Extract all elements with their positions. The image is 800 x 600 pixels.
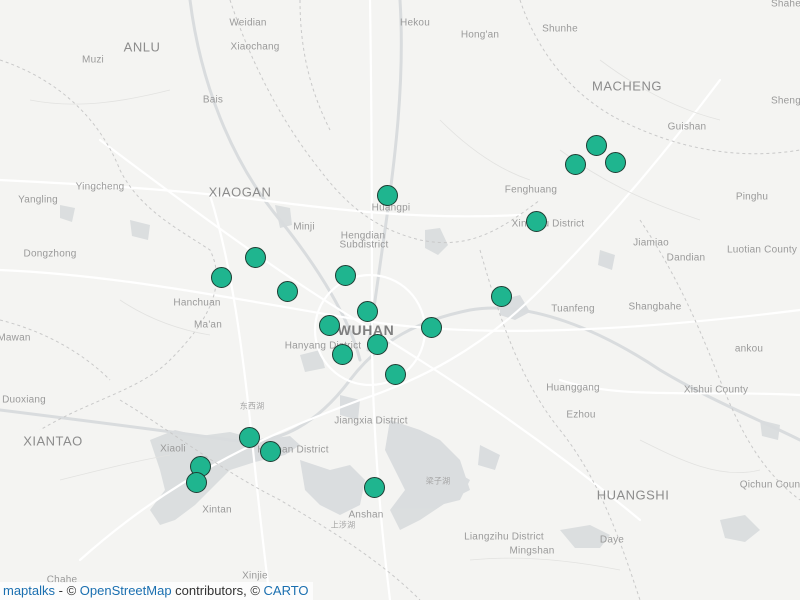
map-marker-8[interactable] (335, 265, 356, 286)
map-marker-5[interactable] (526, 211, 547, 232)
attribution-contributors: contributors, © (171, 583, 264, 598)
minor-roads (29, 59, 761, 571)
map-marker-16[interactable] (385, 364, 406, 385)
map-marker-15[interactable] (332, 344, 353, 365)
attribution: maptalks - © OpenStreetMap contributors,… (0, 582, 313, 600)
osm-link[interactable]: OpenStreetMap (80, 583, 172, 598)
map-marker-21[interactable] (364, 477, 385, 498)
map-marker-1[interactable] (586, 135, 607, 156)
map-marker-11[interactable] (357, 301, 378, 322)
map-marker-10[interactable] (491, 286, 512, 307)
carto-link[interactable]: CARTO (264, 583, 309, 598)
map-canvas[interactable]: ANLU Weidian Xiaochang Hekou Hong'an Shunhe Mu… (0, 0, 800, 600)
map-marker-18[interactable] (260, 441, 281, 462)
map-marker-20[interactable] (186, 472, 207, 493)
maptalks-link[interactable]: maptalks (3, 583, 55, 598)
map-marker-9[interactable] (277, 281, 298, 302)
map-marker-4[interactable] (377, 185, 398, 206)
map-marker-6[interactable] (245, 247, 266, 268)
map-marker-13[interactable] (421, 317, 442, 338)
map-marker-14[interactable] (367, 334, 388, 355)
basemap (0, 0, 800, 600)
map-marker-17[interactable] (239, 427, 260, 448)
map-marker-7[interactable] (211, 267, 232, 288)
attribution-sep: - © (55, 583, 80, 598)
map-marker-12[interactable] (319, 315, 340, 336)
map-marker-3[interactable] (605, 152, 626, 173)
map-marker-2[interactable] (565, 154, 586, 175)
